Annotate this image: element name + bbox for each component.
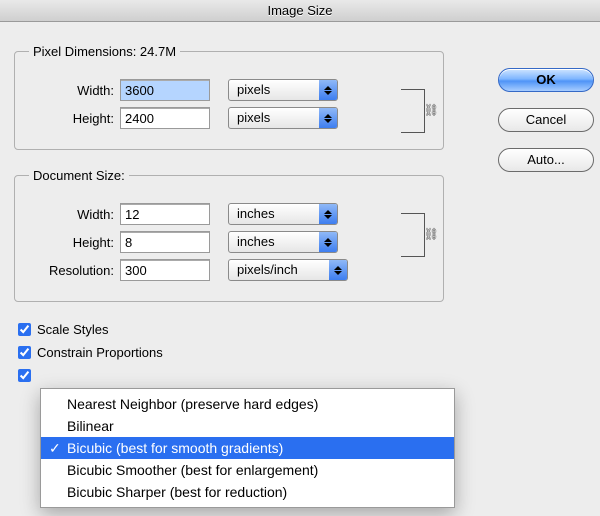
- stepper-icon: [319, 108, 337, 128]
- doc-height-unit-select[interactable]: inches: [228, 231, 338, 253]
- constrain-bracket: [401, 213, 425, 257]
- pixel-height-unit-select[interactable]: pixels: [228, 107, 338, 129]
- pixel-width-unit-text: pixels: [229, 80, 319, 100]
- document-size-legend: Document Size:: [29, 168, 129, 183]
- doc-height-label: Height:: [29, 235, 114, 250]
- constrain-bracket: [401, 89, 425, 133]
- auto-button[interactable]: Auto...: [498, 148, 594, 172]
- pixel-width-input[interactable]: [120, 79, 210, 101]
- pixel-dimensions-group: Pixel Dimensions: 24.7M Width: pixels He…: [14, 44, 444, 150]
- cancel-button[interactable]: Cancel: [498, 108, 594, 132]
- resolution-label: Resolution:: [29, 263, 114, 278]
- doc-width-unit-text: inches: [229, 204, 319, 224]
- pixel-height-label: Height:: [29, 111, 114, 126]
- link-icon: ⛓: [424, 103, 439, 117]
- menu-item-nearest-neighbor[interactable]: Nearest Neighbor (preserve hard edges): [41, 393, 454, 415]
- pixel-dimensions-legend: Pixel Dimensions: 24.7M: [29, 44, 180, 59]
- pixel-width-unit-select[interactable]: pixels: [228, 79, 338, 101]
- pixel-height-input[interactable]: [120, 107, 210, 129]
- stepper-icon: [319, 80, 337, 100]
- scale-styles-checkbox[interactable]: [18, 323, 31, 336]
- pixel-height-unit-text: pixels: [229, 108, 319, 128]
- doc-height-input[interactable]: [120, 231, 210, 253]
- menu-item-bicubic-sharper[interactable]: Bicubic Sharper (best for reduction): [41, 481, 454, 503]
- scale-styles-label: Scale Styles: [37, 322, 109, 337]
- doc-width-unit-select[interactable]: inches: [228, 203, 338, 225]
- doc-height-unit-text: inches: [229, 232, 319, 252]
- resolution-unit-text: pixels/inch: [229, 260, 329, 280]
- stepper-icon: [319, 232, 337, 252]
- constrain-checkbox[interactable]: [18, 346, 31, 359]
- menu-item-bicubic[interactable]: Bicubic (best for smooth gradients): [41, 437, 454, 459]
- stepper-icon: [329, 260, 347, 280]
- resolution-input[interactable]: [120, 259, 210, 281]
- resample-method-menu[interactable]: Nearest Neighbor (preserve hard edges) B…: [40, 388, 455, 508]
- menu-item-bicubic-smoother[interactable]: Bicubic Smoother (best for enlargement): [41, 459, 454, 481]
- doc-width-input[interactable]: [120, 203, 210, 225]
- stepper-icon: [319, 204, 337, 224]
- document-size-group: Document Size: Width: inches Height: inc…: [14, 168, 444, 302]
- constrain-label: Constrain Proportions: [37, 345, 163, 360]
- resolution-unit-select[interactable]: pixels/inch: [228, 259, 348, 281]
- ok-button[interactable]: OK: [498, 68, 594, 92]
- resample-checkbox[interactable]: [18, 369, 31, 382]
- menu-item-bilinear[interactable]: Bilinear: [41, 415, 454, 437]
- window-title: Image Size: [0, 0, 600, 22]
- doc-width-label: Width:: [29, 207, 114, 222]
- link-icon: ⛓: [424, 227, 439, 241]
- pixel-width-label: Width:: [29, 83, 114, 98]
